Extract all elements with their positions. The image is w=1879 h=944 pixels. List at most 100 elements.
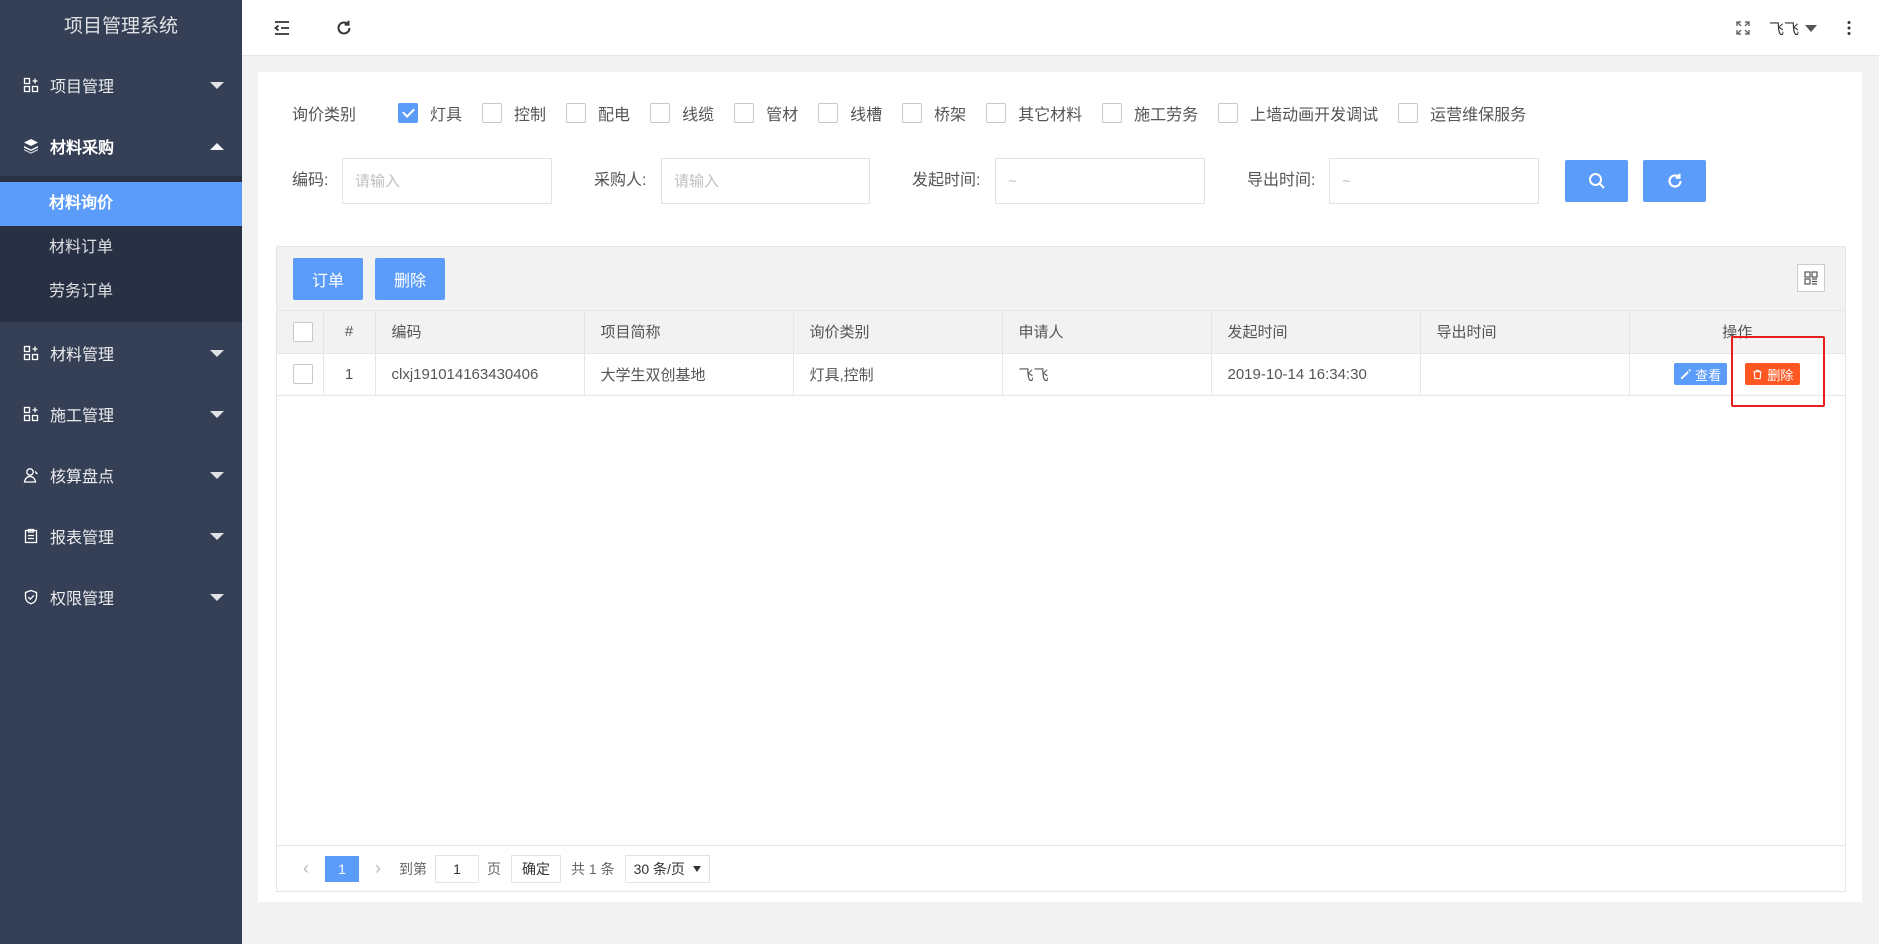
row-start-time: 2019-10-14 16:34:30 bbox=[1211, 353, 1421, 396]
checkbox-label: 灯具 bbox=[430, 107, 463, 124]
sidebar-item-label: 项目管理 bbox=[50, 78, 115, 96]
apps-icon bbox=[22, 76, 40, 94]
export-time-input[interactable] bbox=[1329, 158, 1539, 204]
column-header[interactable]: 申请人 bbox=[1002, 311, 1212, 354]
export-time-label: 导出时间: bbox=[1247, 172, 1316, 189]
content-card: 询价类别 灯具 控制 配电 线缆 管材 线槽 桥架 其它材料 施工劳务 上墙动画… bbox=[258, 72, 1862, 902]
sidebar: 项目管理系统 项目管理 材料采购 材料询价 材料订单 劳务订单 材料管理 施工管… bbox=[0, 0, 242, 944]
column-header[interactable]: 导出时间 bbox=[1420, 311, 1630, 354]
category-checkbox[interactable]: 控制 bbox=[482, 101, 546, 125]
more-vertical-icon[interactable] bbox=[1835, 14, 1863, 42]
next-page-icon[interactable]: › bbox=[365, 856, 391, 882]
top-header: 飞飞 bbox=[242, 0, 1879, 56]
table-toolbar: 订单 删除 bbox=[277, 247, 1845, 311]
select-all-checkbox[interactable] bbox=[293, 321, 313, 342]
category-checkbox[interactable]: 桥架 bbox=[902, 101, 966, 125]
row-delete-button[interactable]: 删除 bbox=[1745, 363, 1801, 385]
data-table-container: 订单 删除 # 编码 项目简称 询价类别 申请人 发起时间 导出时间 操作 1 … bbox=[276, 246, 1846, 892]
sidebar-item-material-order[interactable]: 材料订单 bbox=[0, 226, 242, 270]
column-header[interactable]: 询价类别 bbox=[793, 311, 1003, 354]
delete-label: 删除 bbox=[1767, 367, 1794, 383]
row-checkbox[interactable] bbox=[293, 364, 313, 384]
chevron-down-icon bbox=[210, 410, 224, 418]
column-settings-icon[interactable] bbox=[1797, 264, 1825, 292]
sidebar-item-material-inquiry[interactable]: 材料询价 bbox=[0, 182, 242, 226]
sidebar-item-labor-order[interactable]: 劳务订单 bbox=[0, 270, 242, 314]
category-checkbox[interactable]: 灯具 bbox=[398, 101, 462, 125]
code-input[interactable] bbox=[342, 158, 552, 204]
sidebar-item-label: 材料采购 bbox=[50, 139, 115, 157]
view-button[interactable]: 查看 bbox=[1674, 363, 1728, 385]
column-header[interactable]: 发起时间 bbox=[1211, 311, 1421, 354]
checkbox[interactable] bbox=[902, 103, 923, 123]
sidebar-item-project-management[interactable]: 项目管理 bbox=[0, 54, 242, 115]
reset-button[interactable] bbox=[1643, 160, 1706, 202]
menu-fold-icon[interactable] bbox=[268, 14, 296, 42]
sidebar-submenu: 材料询价 材料订单 劳务订单 bbox=[0, 176, 242, 322]
prev-page-icon[interactable]: ‹ bbox=[293, 856, 319, 882]
row-select-cell bbox=[277, 353, 324, 396]
row-project: 大学生双创基地 bbox=[584, 353, 794, 396]
current-page[interactable]: 1 bbox=[325, 855, 359, 882]
sidebar-item-material-purchase[interactable]: 材料采购 bbox=[0, 115, 242, 176]
category-checkbox[interactable]: 上墙动画开发调试 bbox=[1218, 101, 1378, 125]
category-checkbox[interactable]: 配电 bbox=[566, 101, 630, 125]
checkbox-label: 线槽 bbox=[850, 107, 883, 124]
checkbox[interactable] bbox=[818, 103, 839, 123]
order-button[interactable]: 订单 bbox=[293, 258, 363, 300]
refresh-icon[interactable] bbox=[330, 14, 358, 42]
fullscreen-icon[interactable] bbox=[1729, 14, 1757, 42]
select-all-cell bbox=[277, 311, 324, 354]
sidebar-item-permission-management[interactable]: 权限管理 bbox=[0, 566, 242, 627]
category-checkbox[interactable]: 管材 bbox=[734, 101, 798, 125]
start-time-input[interactable] bbox=[995, 158, 1205, 204]
column-header: 操作 bbox=[1629, 311, 1845, 354]
checkbox[interactable] bbox=[1398, 103, 1419, 123]
checkbox-label: 运营维保服务 bbox=[1430, 107, 1527, 124]
search-button[interactable] bbox=[1565, 160, 1628, 202]
checkbox[interactable] bbox=[566, 103, 587, 123]
checkbox-label: 线缆 bbox=[682, 107, 715, 124]
category-checkbox[interactable]: 其它材料 bbox=[986, 101, 1082, 125]
sidebar-item-label: 权限管理 bbox=[50, 590, 115, 608]
row-category: 灯具,控制 bbox=[793, 353, 1003, 396]
sidebar-item-material-management[interactable]: 材料管理 bbox=[0, 322, 242, 383]
checkbox[interactable] bbox=[734, 103, 755, 123]
category-checkbox[interactable]: 施工劳务 bbox=[1102, 101, 1198, 125]
user-icon bbox=[22, 466, 40, 484]
chevron-down-icon bbox=[210, 532, 224, 540]
checkbox-label: 其它材料 bbox=[1018, 107, 1083, 124]
sidebar-item-construction-management[interactable]: 施工管理 bbox=[0, 383, 242, 444]
user-menu[interactable]: 飞飞 bbox=[1769, 0, 1817, 56]
category-checkbox[interactable]: 运营维保服务 bbox=[1398, 101, 1526, 125]
checkbox-checked[interactable] bbox=[398, 103, 419, 123]
page-size-select[interactable]: 30 条/页 bbox=[624, 854, 710, 883]
column-header[interactable]: 编码 bbox=[375, 311, 585, 354]
search-row: 编码: 采购人: 发起时间: 导出时间: bbox=[292, 158, 1862, 204]
checkbox[interactable] bbox=[482, 103, 503, 123]
row-applicant: 飞飞 bbox=[1002, 353, 1212, 396]
column-header[interactable]: 项目简称 bbox=[584, 311, 794, 354]
row-index: 1 bbox=[323, 353, 376, 396]
goto-confirm-button[interactable]: 确定 bbox=[511, 854, 561, 883]
row-export-time bbox=[1420, 353, 1630, 396]
buyer-input[interactable] bbox=[661, 158, 870, 204]
checkbox[interactable] bbox=[986, 103, 1007, 123]
goto-page-input[interactable] bbox=[435, 854, 479, 883]
sidebar-item-accounting[interactable]: 核算盘点 bbox=[0, 444, 242, 505]
checkbox[interactable] bbox=[1218, 103, 1239, 123]
sidebar-item-label: 报表管理 bbox=[50, 529, 115, 547]
category-checkbox[interactable]: 线槽 bbox=[818, 101, 882, 125]
pagination: ‹ 1 › 到第 页 确定 共 1 条 30 条/页 bbox=[277, 845, 1845, 891]
delete-button[interactable]: 删除 bbox=[375, 258, 445, 300]
table-header-row: # 编码 项目简称 询价类别 申请人 发起时间 导出时间 操作 bbox=[277, 311, 1845, 354]
chevron-down-icon bbox=[210, 593, 224, 601]
checkbox[interactable] bbox=[1102, 103, 1123, 123]
category-checkbox[interactable]: 线缆 bbox=[650, 101, 714, 125]
checkbox[interactable] bbox=[650, 103, 671, 123]
sidebar-item-report-management[interactable]: 报表管理 bbox=[0, 505, 242, 566]
goto-label: 到第 bbox=[399, 860, 427, 877]
sidebar-item-label: 施工管理 bbox=[50, 407, 115, 425]
category-label: 询价类别 bbox=[292, 107, 357, 124]
page-size-value: 30 条/页 bbox=[633, 860, 685, 877]
